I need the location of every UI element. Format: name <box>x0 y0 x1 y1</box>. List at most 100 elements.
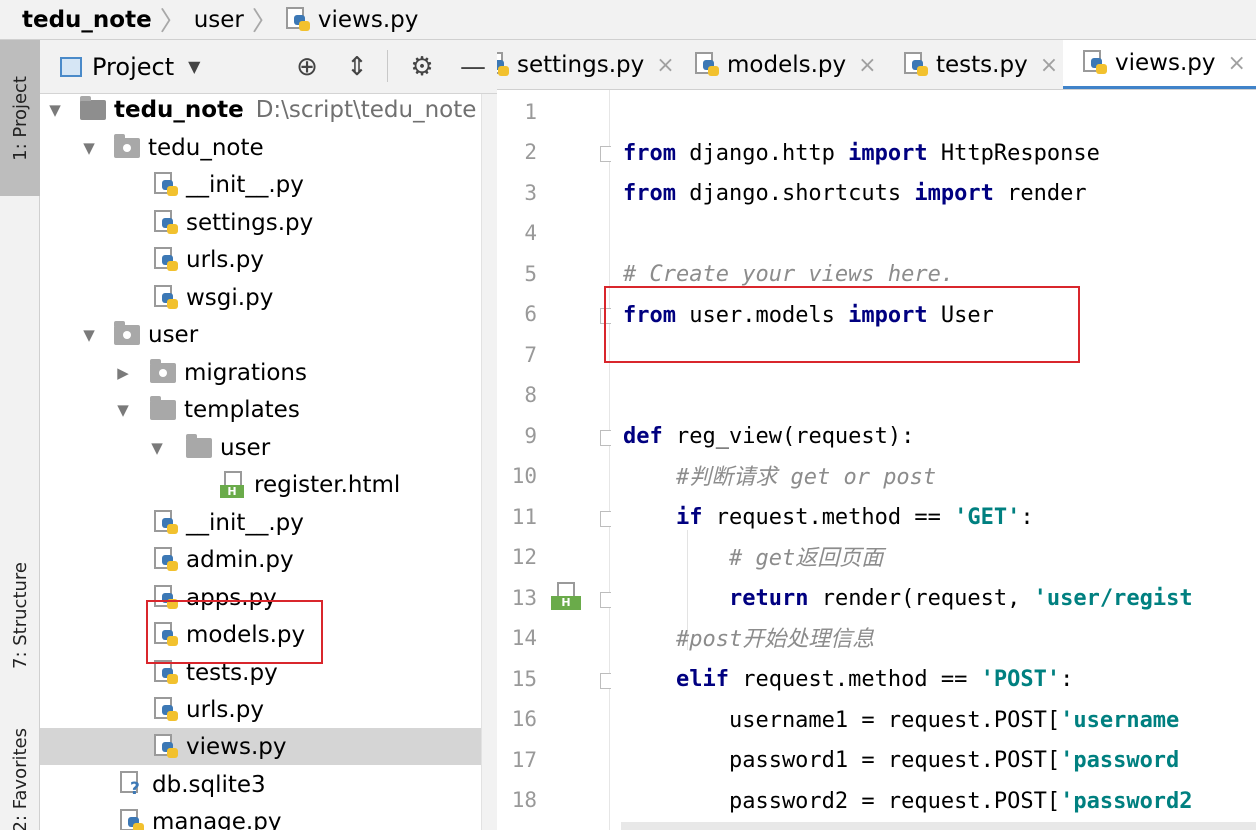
tree-item-file[interactable]: H register.html <box>40 466 481 503</box>
breadcrumb-file[interactable]: views.py <box>285 0 419 39</box>
tab-views[interactable]: views.py × <box>1063 40 1256 89</box>
tree-item-label: urls.py <box>186 696 264 723</box>
tree-item-folder[interactable]: ▼ templates <box>40 391 481 428</box>
tab-label: views.py <box>1115 50 1216 76</box>
database-file-icon: ? <box>120 770 144 799</box>
tree-item-file[interactable]: urls.py <box>40 241 481 278</box>
python-file-icon <box>904 52 928 78</box>
chevron-down-icon[interactable]: ▼ <box>44 101 66 119</box>
line-number: 4 <box>524 221 537 245</box>
tree-item-label: admin.py <box>186 546 294 573</box>
highlight-box-models <box>146 600 323 664</box>
tree-item-package[interactable]: ▼ user <box>40 316 481 353</box>
tab-tests[interactable]: tests.py × <box>904 40 1074 89</box>
editor-gutter: 1 2 3 4 5 6 7 8 9 10 11 12 13 14 15 16 1… <box>497 90 618 830</box>
chevron-down-icon[interactable]: ▼ <box>112 401 134 419</box>
line-number: 12 <box>511 545 537 569</box>
package-folder-icon <box>114 320 140 345</box>
tree-item-file[interactable]: admin.py <box>40 541 481 578</box>
tree-item-file[interactable]: __init__.py <box>40 166 481 203</box>
tab-label: tests.py <box>936 52 1028 78</box>
tree-item-label: wsgi.py <box>186 284 274 311</box>
tool-window-project-label: 1: Project <box>9 75 31 161</box>
python-file-icon <box>120 808 144 830</box>
close-icon[interactable]: × <box>1040 53 1058 78</box>
tree-item-package[interactable]: ▶ migrations <box>40 354 481 391</box>
close-icon[interactable]: × <box>858 53 876 78</box>
tab-settings[interactable]: settings.py × <box>497 40 677 89</box>
left-tool-stripe: 1: Project 7: Structure 2: Favorites <box>0 40 40 830</box>
tree-item-file[interactable]: __init__.py <box>40 504 481 541</box>
code-line-17: password1 = request.POST['password <box>623 748 1180 773</box>
tree-item-path: D:\script\tedu_note <box>255 96 477 123</box>
tree-item-file[interactable]: ? db.sqlite3 <box>40 766 481 803</box>
line-number: 2 <box>524 140 537 164</box>
python-file-icon <box>154 284 178 311</box>
close-icon[interactable]: × <box>656 53 674 78</box>
project-tree: ▼ tedu_note D:\script\tedu_note ▼ tedu_n… <box>40 94 481 830</box>
tree-item-label: urls.py <box>186 246 264 273</box>
code-line-15: elif request.method == 'POST': <box>675 667 1074 692</box>
python-file-icon <box>695 52 719 78</box>
tree-item-file[interactable]: manage.py <box>40 803 481 830</box>
breadcrumb-user[interactable]: user <box>194 0 244 39</box>
tab-label: settings.py <box>517 52 645 78</box>
collapse-all-icon[interactable]: ⇕ <box>340 40 374 94</box>
tree-item-file[interactable]: settings.py <box>40 204 481 241</box>
navigation-bar: tedu_note 〉 user 〉 views.py <box>0 0 1256 40</box>
python-file-icon <box>154 171 178 198</box>
line-number: 3 <box>524 181 537 205</box>
close-icon[interactable]: × <box>1227 51 1245 76</box>
folder-icon <box>150 395 176 420</box>
python-file-icon <box>497 52 509 78</box>
header-divider <box>387 50 388 82</box>
editor-horizontal-scrollbar[interactable] <box>621 822 1256 830</box>
folder-icon <box>186 433 212 458</box>
code-line-9: def reg_view(request): <box>623 424 915 449</box>
tree-item-file[interactable]: wsgi.py <box>40 279 481 316</box>
project-view-selector[interactable]: Project <box>92 53 174 81</box>
project-panel-header: Project ▼ ⊕ ⇕ ⚙ — <box>40 40 497 94</box>
tree-item-label: user <box>220 434 271 461</box>
tool-window-structure-tab[interactable]: 7: Structure <box>0 540 40 690</box>
tree-item-label: register.html <box>254 471 401 498</box>
tree-item-label: db.sqlite3 <box>152 771 266 798</box>
line-number: 17 <box>511 748 537 772</box>
tree-item-package[interactable]: ▼ tedu_note <box>40 129 481 166</box>
gear-icon[interactable]: ⚙ <box>405 40 439 94</box>
locate-file-icon[interactable]: ⊕ <box>290 40 324 94</box>
folder-icon <box>80 95 106 120</box>
breadcrumb-file-label: views.py <box>317 6 419 33</box>
code-line-13: return render(request, 'user/regist <box>728 586 1193 611</box>
hide-panel-icon[interactable]: — <box>456 40 490 94</box>
code-editor[interactable]: from django.http import HttpResponse fro… <box>611 90 1256 830</box>
tree-item-file[interactable]: urls.py <box>40 691 481 728</box>
code-line-3: from django.shortcuts import render <box>623 181 1087 206</box>
tree-item-folder[interactable]: ▼ user <box>40 429 481 466</box>
tree-item-label: templates <box>184 396 300 423</box>
tree-item-root[interactable]: ▼ tedu_note D:\script\tedu_note <box>40 94 481 128</box>
line-number: 6 <box>524 302 537 326</box>
tree-item-label: user <box>148 321 199 348</box>
tool-window-favorites-tab[interactable]: 2: Favorites <box>0 728 40 830</box>
chevron-right-icon[interactable]: ▶ <box>112 364 134 382</box>
html-template-gutter-icon[interactable]: H <box>551 582 583 612</box>
editor-tab-bar: settings.py × models.py × tests.py × vie… <box>497 40 1256 90</box>
python-file-icon <box>154 696 178 723</box>
chevron-down-icon[interactable]: ▼ <box>78 326 100 344</box>
breadcrumb-project[interactable]: tedu_note <box>22 0 152 39</box>
chevron-down-icon[interactable]: ▼ <box>146 439 168 457</box>
tool-window-project-tab[interactable]: 1: Project <box>0 40 40 196</box>
line-number: 1 <box>524 100 537 124</box>
line-number: 14 <box>511 626 537 650</box>
chevron-down-icon[interactable]: ▼ <box>188 57 200 76</box>
tree-item-label: __init__.py <box>186 171 304 198</box>
python-file-icon <box>154 546 178 573</box>
code-line-14: #post开始处理信息 <box>675 627 875 652</box>
tree-item-file-selected[interactable]: views.py <box>40 728 481 765</box>
line-number: 9 <box>524 424 537 448</box>
python-file-icon <box>154 509 178 536</box>
chevron-down-icon[interactable]: ▼ <box>78 139 100 157</box>
tab-models[interactable]: models.py × <box>695 40 885 89</box>
project-tree-scrollbar[interactable] <box>481 94 497 830</box>
